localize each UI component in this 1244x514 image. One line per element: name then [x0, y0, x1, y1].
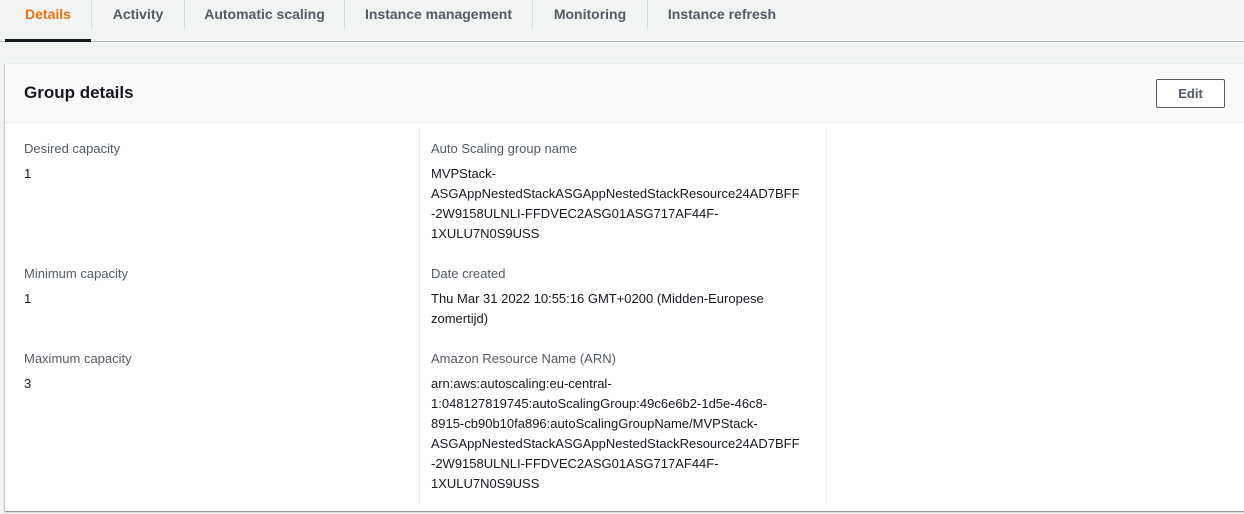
desired-capacity-label: Desired capacity: [24, 141, 121, 156]
arn-line: 8915-cb90b10fa896:autoScalingGroupName/M…: [431, 416, 758, 431]
maximum-capacity-value: 3: [24, 376, 32, 391]
tab-instance-refresh[interactable]: Instance refresh: [648, 0, 796, 41]
tab-automatic-scaling[interactable]: Automatic scaling: [185, 0, 344, 41]
arn-line: -2W9158ULNLI-FFDVEC2ASG01ASG717AF44F-: [431, 456, 719, 471]
arn-label: Amazon Resource Name (ARN): [431, 351, 616, 366]
asg-name-value: MVPStack- ASGAppNestedStackASGAppNestedS…: [431, 164, 826, 244]
arn-field: Amazon Resource Name (ARN) arn:aws:autos…: [431, 349, 826, 494]
minimum-capacity-value: 1: [24, 291, 32, 306]
panel-title: Group details: [24, 83, 134, 102]
maximum-capacity-field: Maximum capacity 3: [24, 349, 404, 394]
tab-monitoring[interactable]: Monitoring: [533, 0, 647, 41]
tab-bar: Details Activity Automatic scaling Insta…: [0, 0, 1244, 42]
arn-line: 1:048127819745:autoScalingGroup:49c6e6b2…: [431, 396, 768, 411]
asg-name-line: ASGAppNestedStackASGAppNestedStackResour…: [431, 186, 800, 201]
group-details-panel: Group details Edit Desired capacity 1 Mi…: [5, 63, 1244, 511]
arn-line: 1XULU7N0S9USS: [431, 476, 540, 491]
asg-name-line: 1XULU7N0S9USS: [431, 226, 540, 241]
tab-details[interactable]: Details: [5, 0, 91, 42]
tab-instance-management[interactable]: Instance management: [345, 0, 532, 41]
column-divider: [826, 128, 827, 503]
date-created-value: Thu Mar 31 2022 10:55:16 GMT+0200 (Midde…: [431, 289, 826, 329]
column-divider: [419, 128, 420, 503]
arn-line: ASGAppNestedStackASGAppNestedStackResour…: [431, 436, 800, 451]
date-created-line: zomertijd): [431, 311, 489, 326]
asg-name-line: -2W9158ULNLI-FFDVEC2ASG01ASG717AF44F-: [431, 206, 719, 221]
arn-value: arn:aws:autoscaling:eu-central- 1:048127…: [431, 374, 826, 494]
edit-button[interactable]: Edit: [1156, 79, 1225, 108]
tab-activity[interactable]: Activity: [92, 0, 184, 41]
date-created-label: Date created: [431, 266, 506, 281]
desired-capacity-value: 1: [24, 166, 32, 181]
arn-line: arn:aws:autoscaling:eu-central-: [431, 376, 612, 391]
date-created-line: Thu Mar 31 2022 10:55:16 GMT+0200 (Midde…: [431, 291, 764, 306]
asg-name-field: Auto Scaling group name MVPStack- ASGApp…: [431, 139, 826, 244]
asg-name-line: MVPStack-: [431, 166, 497, 181]
panel-header: Group details Edit: [5, 64, 1244, 123]
asg-name-label: Auto Scaling group name: [431, 141, 577, 156]
maximum-capacity-label: Maximum capacity: [24, 351, 132, 366]
date-created-field: Date created Thu Mar 31 2022 10:55:16 GM…: [431, 264, 826, 329]
minimum-capacity-label: Minimum capacity: [24, 266, 129, 281]
minimum-capacity-field: Minimum capacity 1: [24, 264, 404, 309]
desired-capacity-field: Desired capacity 1: [24, 139, 404, 184]
